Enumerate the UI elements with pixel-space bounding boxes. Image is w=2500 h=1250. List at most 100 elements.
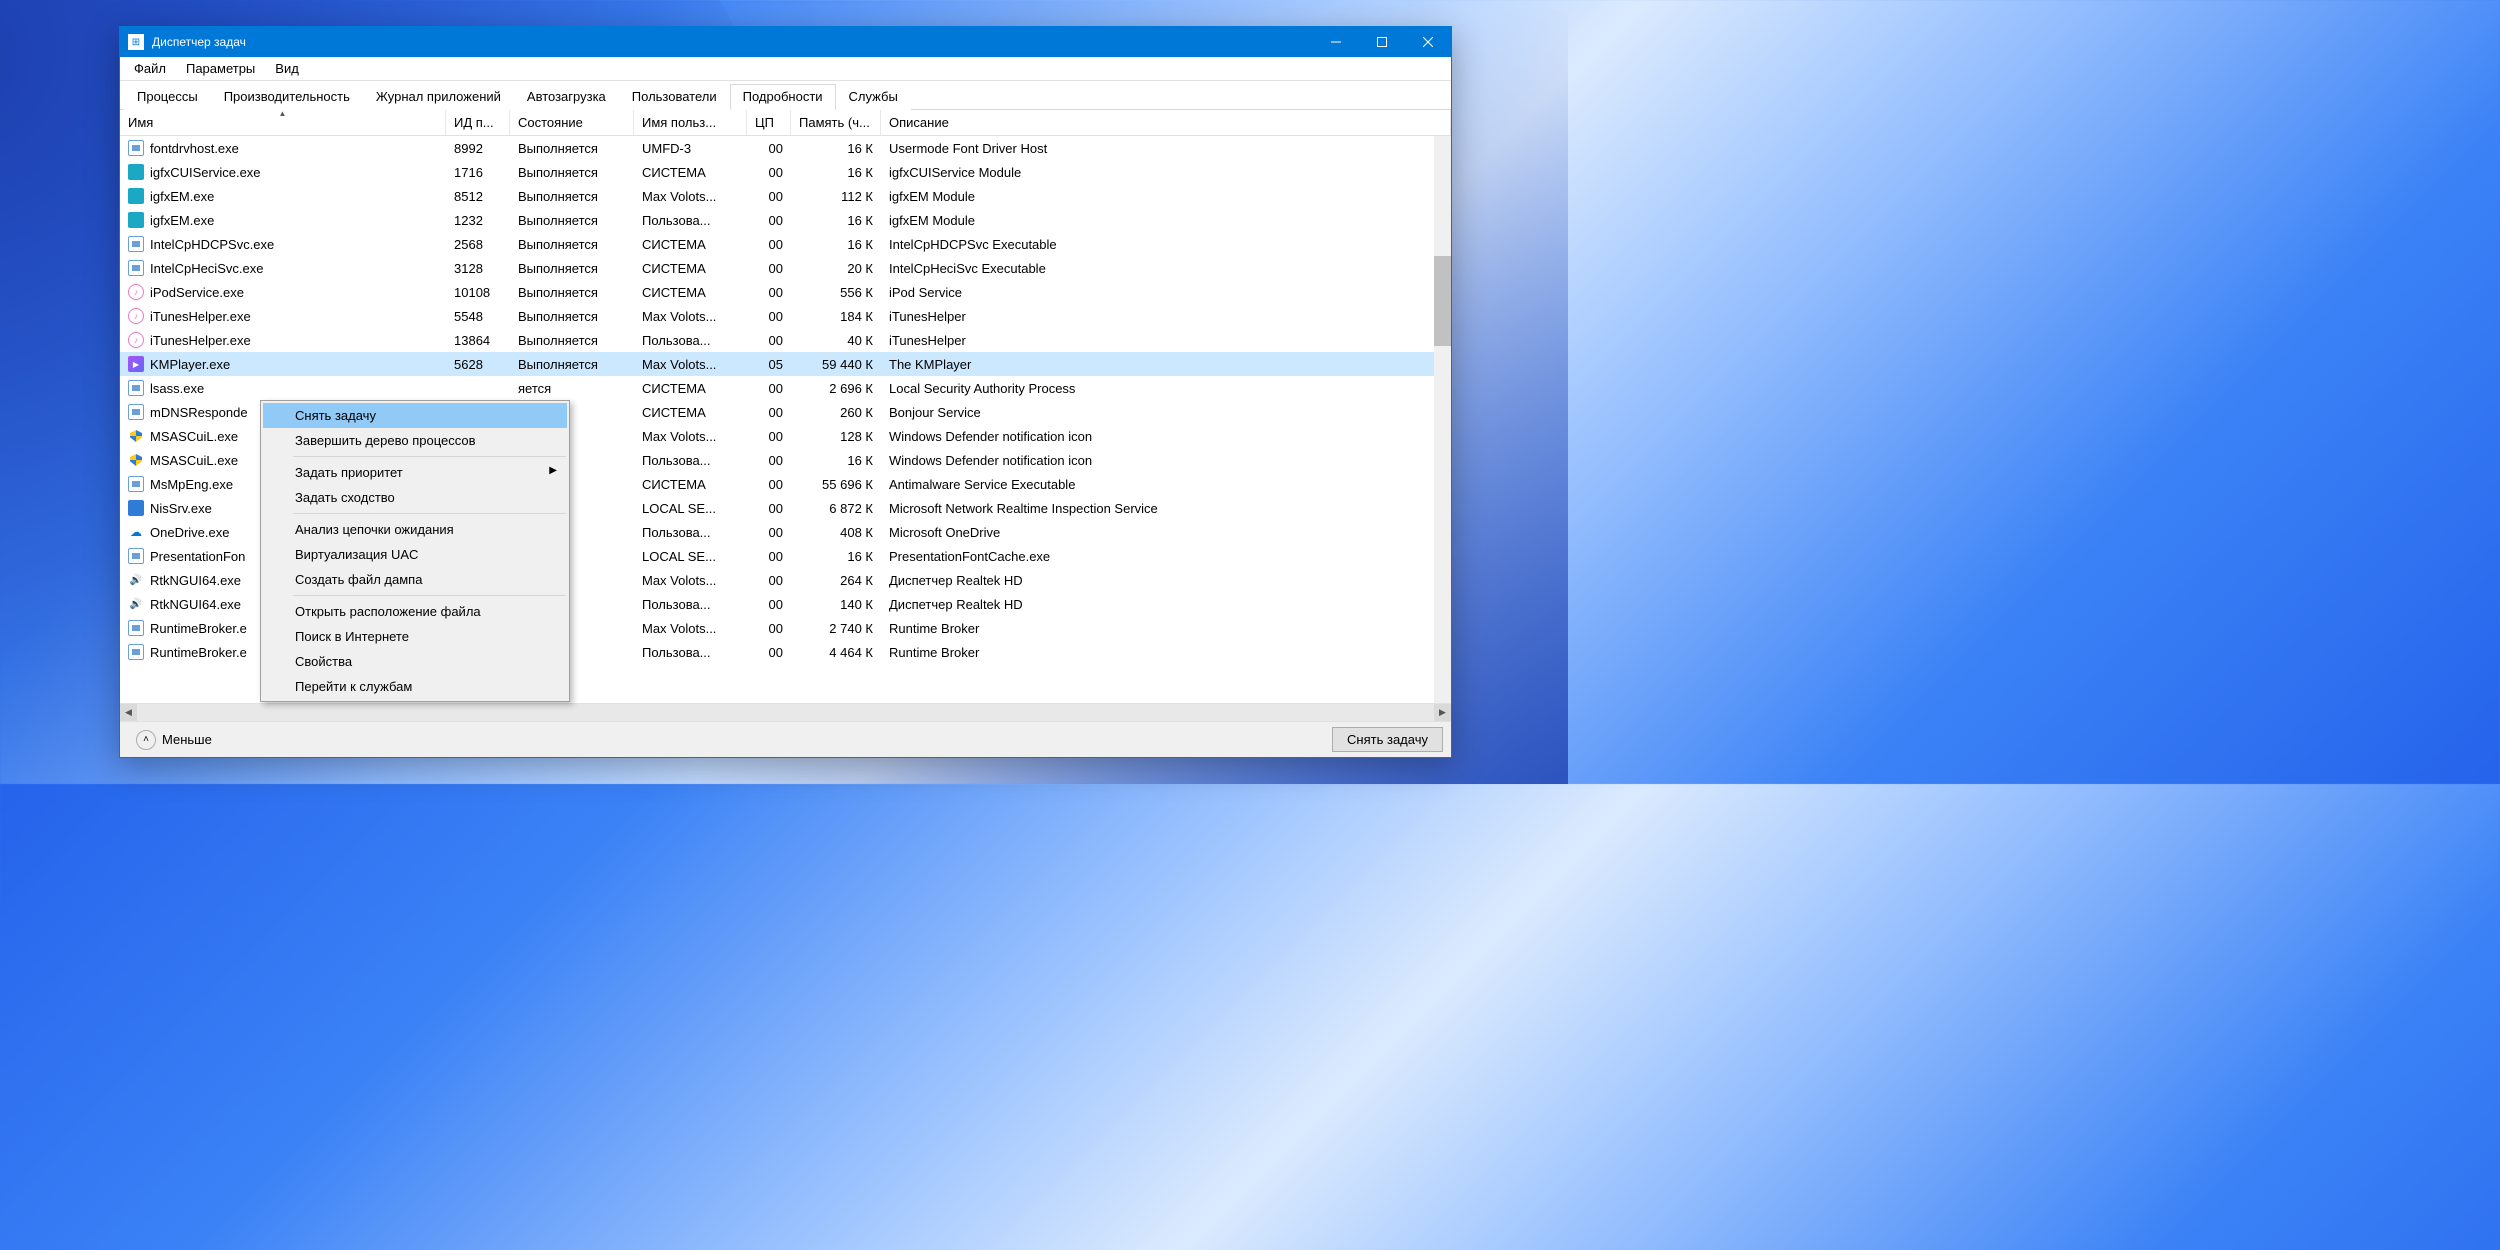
cell-cpu: 00 [747, 309, 791, 324]
cell-user: Max Volots... [634, 309, 747, 324]
vertical-scrollbar[interactable] [1434, 136, 1451, 703]
menu-options[interactable]: Параметры [176, 59, 265, 78]
process-icon [128, 428, 144, 444]
table-row[interactable]: igfxEM.exe8512ВыполняетсяMax Volots...00… [120, 184, 1451, 208]
cell-user: LOCAL SE... [634, 501, 747, 516]
cell-state: Выполняется [510, 261, 634, 276]
hscroll-track[interactable] [137, 704, 1434, 721]
table-row[interactable]: igfxCUIService.exe1716ВыполняетсяСИСТЕМА… [120, 160, 1451, 184]
cell-desc: iPod Service [881, 285, 1451, 300]
ctx-goto-services[interactable]: Перейти к службам [263, 674, 567, 699]
tab-apphistory[interactable]: Журнал приложений [363, 84, 514, 110]
cell-user: Max Volots... [634, 573, 747, 588]
tab-startup[interactable]: Автозагрузка [514, 84, 619, 110]
process-icon [128, 620, 144, 636]
col-name[interactable]: Имя▲ [120, 110, 446, 135]
table-row[interactable]: iTunesHelper.exe13864ВыполняетсяПользова… [120, 328, 1451, 352]
cell-desc: The KMPlayer [881, 357, 1451, 372]
fewer-details-button[interactable]: ˄ Меньше [128, 726, 220, 754]
cell-desc: Windows Defender notification icon [881, 429, 1451, 444]
process-name: fontdrvhost.exe [150, 141, 239, 156]
tab-performance[interactable]: Производительность [211, 84, 363, 110]
maximize-button[interactable] [1359, 27, 1405, 57]
hscroll-left[interactable]: ◀ [120, 704, 137, 721]
ctx-priority[interactable]: Задать приоритет▶ [263, 460, 567, 485]
close-button[interactable] [1405, 27, 1451, 57]
ctx-end-task[interactable]: Снять задачу [263, 403, 567, 428]
col-cpu[interactable]: ЦП [747, 110, 791, 135]
ctx-properties[interactable]: Свойства [263, 649, 567, 674]
table-row[interactable]: iTunesHelper.exe5548ВыполняетсяMax Volot… [120, 304, 1451, 328]
tab-processes[interactable]: Процессы [124, 84, 211, 110]
cell-mem: 59 440 К [791, 357, 881, 372]
window-title: Диспетчер задач [152, 35, 1313, 49]
menu-file[interactable]: Файл [124, 59, 176, 78]
ctx-open-location[interactable]: Открыть расположение файла [263, 599, 567, 624]
cell-desc: Windows Defender notification icon [881, 453, 1451, 468]
table-row[interactable]: IntelCpHDCPSvc.exe2568ВыполняетсяСИСТЕМА… [120, 232, 1451, 256]
col-mem[interactable]: Память (ч... [791, 110, 881, 135]
ctx-dump[interactable]: Создать файл дампа [263, 567, 567, 592]
ctx-search-online[interactable]: Поиск в Интернете [263, 624, 567, 649]
col-user[interactable]: Имя польз... [634, 110, 747, 135]
cell-user: Пользова... [634, 333, 747, 348]
titlebar[interactable]: ⊞ Диспетчер задач [120, 27, 1451, 57]
cell-user: СИСТЕМА [634, 237, 747, 252]
tab-users[interactable]: Пользователи [619, 84, 730, 110]
horizontal-scrollbar[interactable]: ◀ ▶ [120, 703, 1451, 721]
cell-mem: 20 К [791, 261, 881, 276]
end-task-button[interactable]: Снять задачу [1332, 727, 1443, 752]
app-icon: ⊞ [128, 34, 144, 50]
tab-services[interactable]: Службы [836, 84, 911, 110]
process-icon [128, 404, 144, 420]
process-icon [128, 236, 144, 252]
process-icon [128, 572, 144, 588]
cell-state: Выполняется [510, 333, 634, 348]
cell-cpu: 00 [747, 261, 791, 276]
cell-mem: 4 464 К [791, 645, 881, 660]
process-name: iTunesHelper.exe [150, 309, 251, 324]
table-row[interactable]: KMPlayer.exe5628ВыполняетсяMax Volots...… [120, 352, 1451, 376]
cell-cpu: 00 [747, 453, 791, 468]
column-headers: Имя▲ ИД п... Состояние Имя польз... ЦП П… [120, 110, 1451, 136]
process-name: PresentationFon [150, 549, 245, 564]
ctx-uac[interactable]: Виртуализация UAC [263, 542, 567, 567]
col-desc[interactable]: Описание [881, 110, 1451, 135]
cell-user: LOCAL SE... [634, 549, 747, 564]
cell-user: СИСТЕМА [634, 165, 747, 180]
cell-cpu: 00 [747, 645, 791, 660]
hscroll-right[interactable]: ▶ [1434, 704, 1451, 721]
process-name: NisSrv.exe [150, 501, 212, 516]
cell-desc: igfxCUIService Module [881, 165, 1451, 180]
minimize-button[interactable] [1313, 27, 1359, 57]
table-row[interactable]: iPodService.exe10108ВыполняетсяСИСТЕМА00… [120, 280, 1451, 304]
menu-view[interactable]: Вид [265, 59, 309, 78]
ctx-analyze[interactable]: Анализ цепочки ожидания [263, 517, 567, 542]
cell-desc: IntelCpHDCPSvc Executable [881, 237, 1451, 252]
tab-details[interactable]: Подробности [730, 84, 836, 110]
vscroll-thumb[interactable] [1434, 256, 1451, 346]
ctx-separator [293, 456, 566, 457]
table-row[interactable]: igfxEM.exe1232ВыполняетсяПользова...0016… [120, 208, 1451, 232]
cell-mem: 140 К [791, 597, 881, 612]
ctx-affinity[interactable]: Задать сходство [263, 485, 567, 510]
cell-pid: 1716 [446, 165, 510, 180]
cell-user: Пользова... [634, 213, 747, 228]
cell-cpu: 00 [747, 477, 791, 492]
cell-cpu: 00 [747, 621, 791, 636]
ctx-end-tree[interactable]: Завершить дерево процессов [263, 428, 567, 453]
cell-mem: 2 740 К [791, 621, 881, 636]
table-row[interactable]: IntelCpHeciSvc.exe3128ВыполняетсяСИСТЕМА… [120, 256, 1451, 280]
cell-pid: 8992 [446, 141, 510, 156]
cell-state: Выполняется [510, 237, 634, 252]
cell-user: Пользова... [634, 453, 747, 468]
col-state[interactable]: Состояние [510, 110, 634, 135]
table-row[interactable]: fontdrvhost.exe8992ВыполняетсяUMFD-30016… [120, 136, 1451, 160]
cell-user: СИСТЕМА [634, 285, 747, 300]
cell-mem: 40 К [791, 333, 881, 348]
cell-desc: iTunesHelper [881, 333, 1451, 348]
table-row[interactable]: lsass.exeяетсяСИСТЕМА002 696 КLocal Secu… [120, 376, 1451, 400]
cell-state: Выполняется [510, 141, 634, 156]
process-name: RtkNGUI64.exe [150, 597, 241, 612]
col-pid[interactable]: ИД п... [446, 110, 510, 135]
